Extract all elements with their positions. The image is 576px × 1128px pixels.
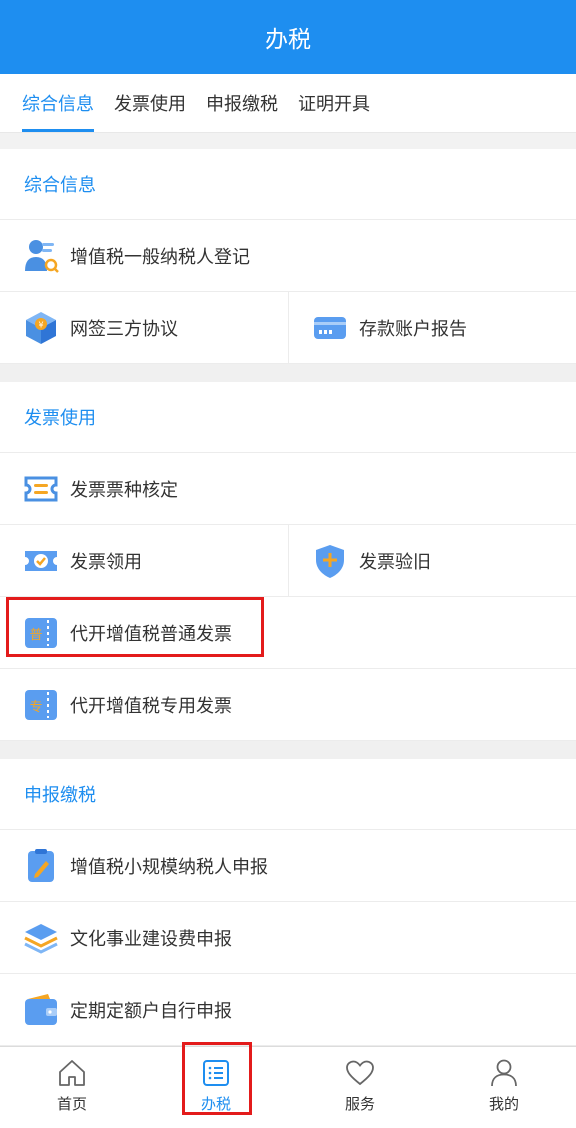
user-icon: [491, 1059, 517, 1087]
section-divider: [0, 364, 576, 382]
nav-mine-label: 我的: [488, 1095, 519, 1113]
item-label: 发票票种核定: [70, 479, 178, 501]
shield-icon: [316, 544, 344, 578]
item-label: 发票领用: [70, 551, 142, 573]
item-small-scale-declare[interactable]: 增值税小规模纳税人申报: [0, 830, 576, 901]
list-row: 专 代开增值税专用发票: [0, 669, 576, 741]
tab-general-info[interactable]: 综合信息: [22, 90, 94, 132]
highlight-nav-tax: [182, 1042, 252, 1115]
home-icon: [59, 1060, 85, 1086]
ticket-icon: [24, 476, 58, 501]
tab-invoice-usage[interactable]: 发票使用: [114, 90, 186, 116]
list-row: 发票票种核定: [0, 453, 576, 525]
item-invoice-type-check[interactable]: 发票票种核定: [0, 453, 576, 524]
section-divider: [0, 741, 576, 759]
item-label: 文化事业建设费申报: [70, 928, 232, 950]
yuan-glyph: ¥: [38, 320, 43, 329]
tab-certificate[interactable]: 证明开具: [298, 90, 370, 116]
nav-service[interactable]: 服务: [288, 1047, 432, 1128]
nav-home[interactable]: 首页: [0, 1047, 144, 1128]
special-invoice-icon: 专: [25, 689, 57, 720]
wallet-icon: [25, 993, 57, 1025]
invoice-receive-icon: [25, 550, 57, 571]
heart-icon: [346, 1060, 374, 1086]
section-title-invoice: 发票使用: [0, 382, 576, 453]
nav-service-label: 服务: [344, 1095, 375, 1113]
item-label: 增值税一般纳税人登记: [70, 246, 250, 268]
item-label: 发票验旧: [359, 551, 431, 573]
section-title-general: 综合信息: [0, 149, 576, 220]
item-deposit-account-report[interactable]: 存款账户报告: [288, 292, 576, 363]
cube-icon: ¥: [26, 311, 56, 344]
bank-card-icon: [314, 316, 346, 339]
zhuan-glyph: 专: [29, 700, 42, 715]
tab-declare-pay[interactable]: 申报缴税: [206, 90, 278, 116]
list-row: ¥ 网签三方协议 存款账户报告: [0, 292, 576, 364]
nav-mine[interactable]: 我的: [432, 1047, 576, 1128]
item-culture-fee-declare[interactable]: 文化事业建设费申报: [0, 902, 576, 973]
item-fixed-quota-declare[interactable]: 定期定额户自行申报: [0, 974, 576, 1045]
item-special-vat-invoice[interactable]: 专 代开增值税专用发票: [0, 669, 576, 740]
item-label: 存款账户报告: [359, 318, 467, 340]
item-label: 增值税小规模纳税人申报: [70, 856, 268, 878]
list-row: 文化事业建设费申报: [0, 902, 576, 974]
list-row: 增值税小规模纳税人申报: [0, 830, 576, 902]
list-row: 定期定额户自行申报: [0, 974, 576, 1046]
clipboard-icon: [28, 848, 54, 882]
app-header: 办税: [0, 0, 576, 74]
list-row: 增值税一般纳税人登记: [0, 220, 576, 292]
nav-home-label: 首页: [56, 1095, 87, 1113]
highlight-general-invoice: [6, 597, 264, 657]
item-label: 网签三方协议: [70, 318, 178, 340]
section-title-declare: 申报缴税: [0, 759, 576, 830]
item-label: 代开增值税专用发票: [70, 695, 232, 717]
list-row: 发票领用 发票验旧: [0, 525, 576, 597]
item-invoice-verify[interactable]: 发票验旧: [288, 525, 576, 596]
page-title: 办税: [265, 27, 311, 53]
taxpayer-register-icon: [25, 239, 59, 273]
bottom-nav: 首页 办税 服务 我的: [0, 1046, 576, 1128]
item-invoice-receive[interactable]: 发票领用: [0, 525, 288, 596]
layers-icon: [24, 923, 58, 954]
tab-bar: 综合信息 发票使用 申报缴税 证明开具: [0, 74, 576, 133]
item-tripartite-agreement[interactable]: ¥ 网签三方协议: [0, 292, 288, 363]
item-label: 定期定额户自行申报: [70, 1000, 232, 1022]
item-vat-register[interactable]: 增值税一般纳税人登记: [0, 220, 576, 291]
